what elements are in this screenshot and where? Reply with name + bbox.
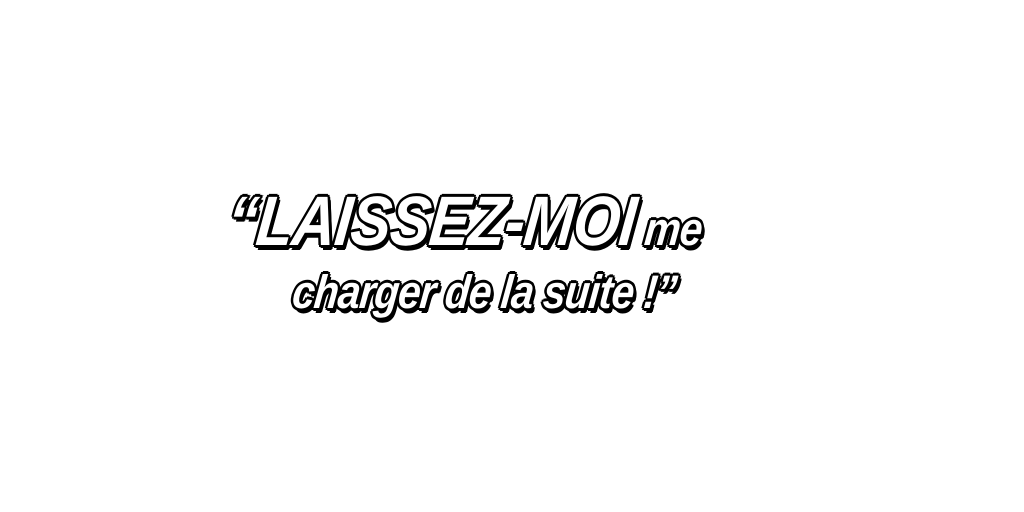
quote-line-2: charger de la suite !”: [289, 264, 681, 320]
quote-line-1: “LAISSEZ-MOI me: [222, 181, 707, 262]
quote-line-1-main: “LAISSEZ-MOI: [222, 181, 641, 262]
quote-text: “LAISSEZ-MOI me charger de la suite !”: [0, 0, 1024, 512]
quote-line-1-tail: me: [631, 201, 706, 257]
canvas: “LAISSEZ-MOI me charger de la suite !”: [0, 0, 1024, 512]
